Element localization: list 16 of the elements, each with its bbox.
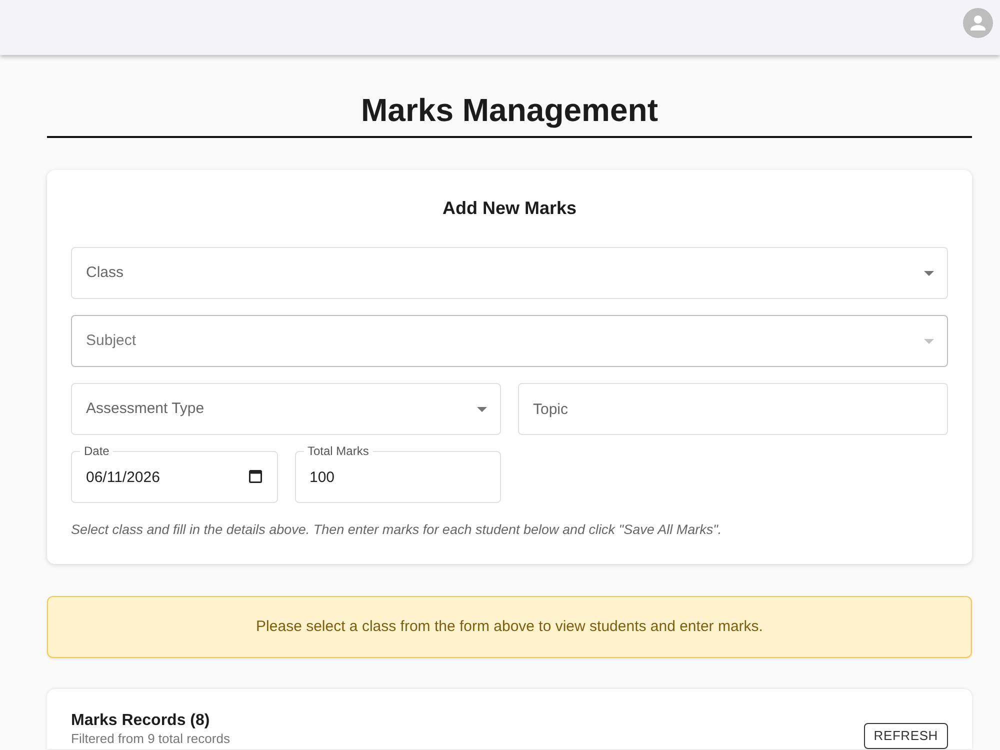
records-subtitle: Filtered from 9 total records	[71, 731, 230, 747]
page-title: Marks Management	[360, 91, 659, 130]
form-title: Add New Marks	[441, 197, 578, 220]
caret-icon	[477, 406, 487, 412]
form-hint: Select class and fill in the details above. Then enter marks for each student below and click "Save All Marks".	[71, 521, 723, 539]
dropdown-field[interactable]: Assessment Type	[71, 383, 501, 435]
field-label: Date	[80, 444, 114, 458]
refresh-button[interactable]: REFRESH	[864, 723, 948, 749]
text-field[interactable]: Topic	[518, 383, 948, 435]
warning-alert: Please select a class from the form above to view students and enter marks.	[47, 596, 972, 658]
calendar-icon[interactable]	[248, 470, 262, 483]
dropdown-field[interactable]: Class	[71, 247, 948, 299]
caret-icon	[924, 270, 934, 276]
field-label: Total Marks	[304, 444, 373, 458]
caret-icon	[924, 338, 934, 344]
records-title: Marks Records (8)	[71, 711, 211, 731]
